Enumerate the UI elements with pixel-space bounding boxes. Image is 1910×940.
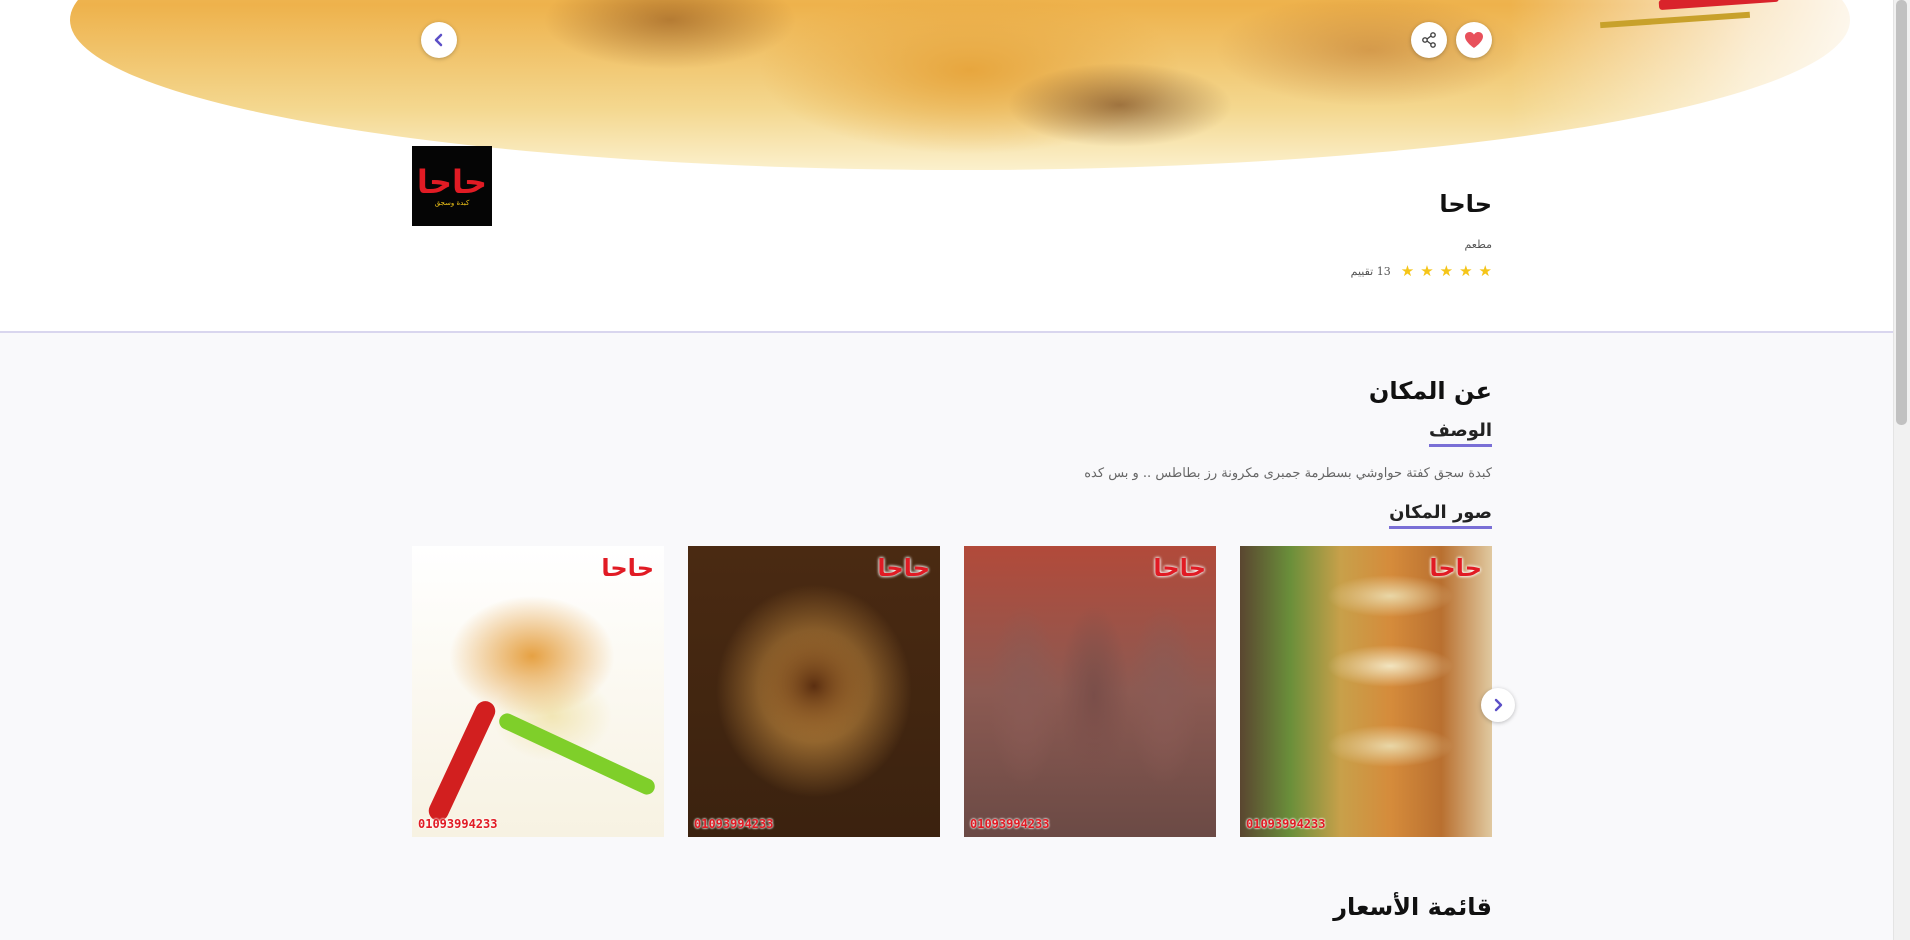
place-photo[interactable]: حاحا 01093994233 xyxy=(964,546,1216,837)
place-photo[interactable]: حاحا 01093994233 xyxy=(412,546,664,837)
photo-phone: 01093994233 xyxy=(970,817,1050,831)
chevron-right-icon xyxy=(1494,698,1503,712)
pepper-shape xyxy=(425,697,499,825)
scrollbar-thumb[interactable] xyxy=(1896,0,1907,425)
place-name: حاحا xyxy=(1439,190,1492,218)
place-photo[interactable]: حاحا 01093994233 xyxy=(688,546,940,837)
share-button[interactable] xyxy=(1411,22,1447,58)
hero-banner xyxy=(0,0,1910,172)
photo-phone: 01093994233 xyxy=(418,817,498,831)
chevron-left-icon xyxy=(434,33,443,47)
favorite-button[interactable] xyxy=(1456,22,1492,58)
star-icon: ★ xyxy=(1459,262,1473,280)
logo-subtext: كبدة وسجق xyxy=(434,198,470,207)
star-icon: ★ xyxy=(1420,262,1434,280)
photo-phone: 01093994233 xyxy=(694,817,774,831)
photo-phone: 01093994233 xyxy=(1246,817,1326,831)
photo-brand: حاحا xyxy=(601,554,654,582)
photo-brand: حاحا xyxy=(1153,554,1206,582)
rating-row[interactable]: ★ ★ ★ ★ ★ 13 تقييم xyxy=(1351,263,1492,279)
photos-title: صور المكان xyxy=(1389,502,1492,529)
description-title: الوصف xyxy=(1428,420,1492,447)
photo-brand: حاحا xyxy=(877,554,930,582)
back-button[interactable] xyxy=(421,22,457,58)
star-icon: ★ xyxy=(1439,262,1454,280)
place-type: مطعم xyxy=(1464,238,1492,251)
share-icon xyxy=(1422,32,1436,48)
menu-title: قائمة الأسعار xyxy=(1333,893,1492,921)
star-icon: ★ xyxy=(1400,262,1415,280)
place-photo[interactable]: حاحا 01093994233 xyxy=(1240,546,1492,837)
photo-brand: حاحا xyxy=(1429,554,1482,582)
carousel-next-button[interactable] xyxy=(1481,688,1515,722)
heart-icon xyxy=(1465,32,1483,48)
rating-count: 13 تقييم xyxy=(1350,264,1391,278)
place-info-section xyxy=(0,172,1910,333)
pepper-shape xyxy=(496,710,658,798)
place-logo: حاحا كبدة وسجق xyxy=(412,146,492,226)
description-text: كبدة سجق كفتة حواوشي بسطرمة جمبرى مكرونة… xyxy=(1084,466,1492,481)
about-title: عن المكان xyxy=(1368,377,1492,405)
star-icon: ★ xyxy=(1478,262,1492,280)
logo-text: حاحا xyxy=(416,162,488,201)
